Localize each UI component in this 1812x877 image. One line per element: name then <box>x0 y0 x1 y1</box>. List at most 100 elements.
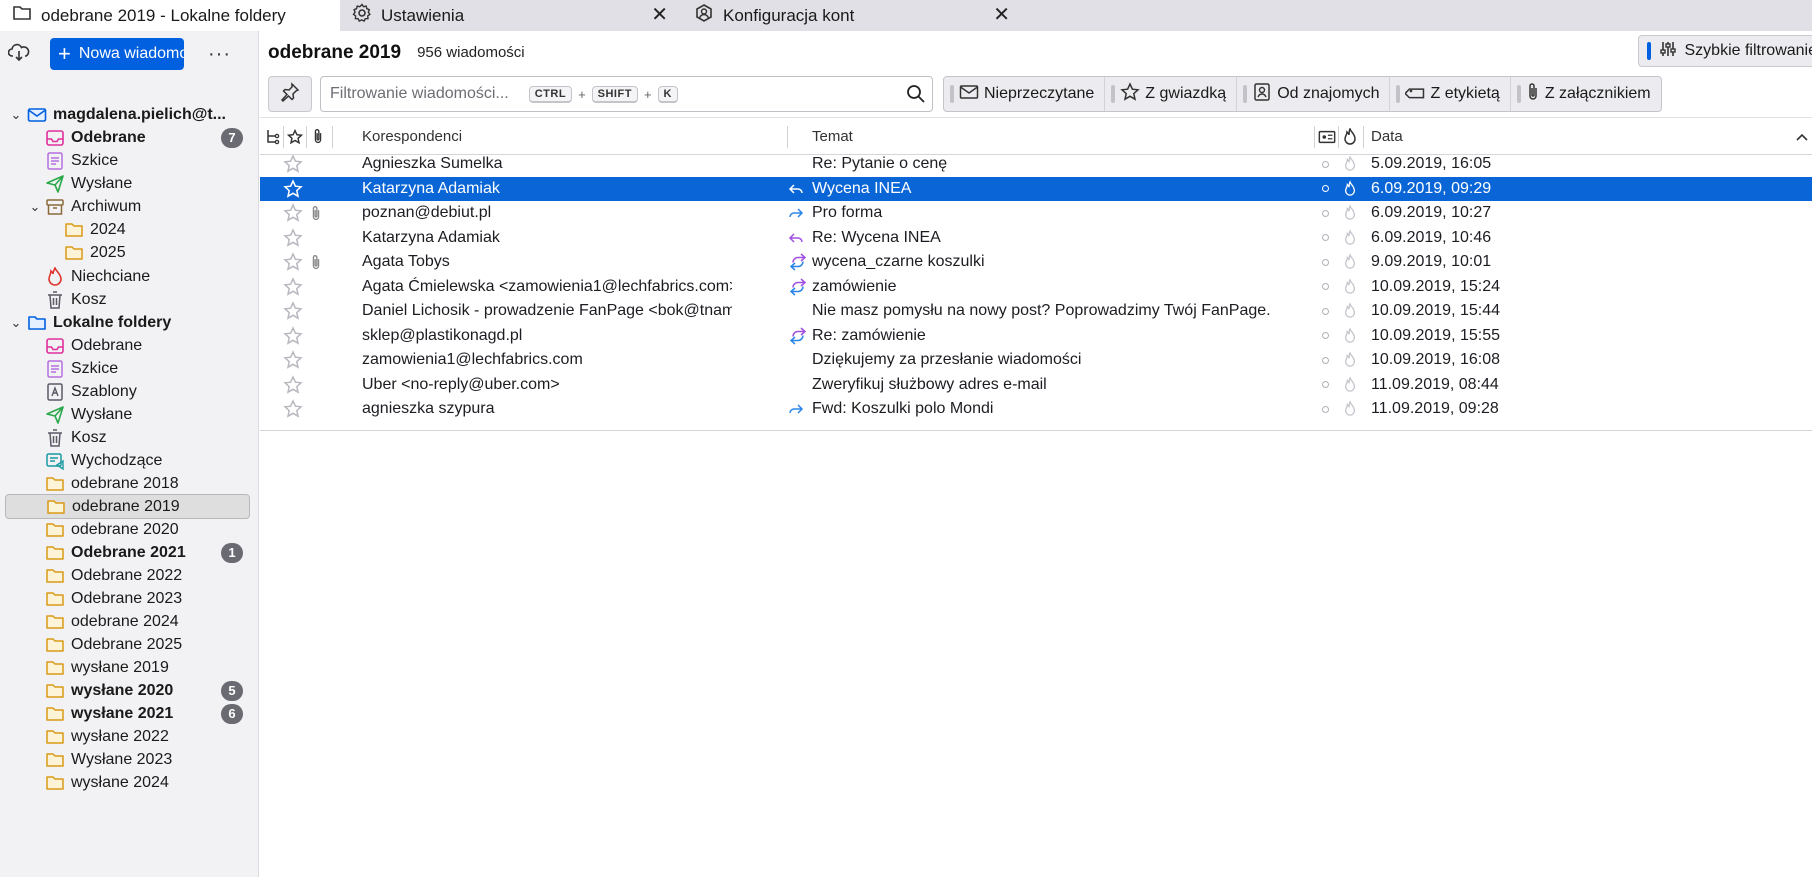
message-row[interactable]: Agnieszka Sumelka Re: Pytanie o cenę 5.09.… <box>260 152 1812 177</box>
close-tab-icon[interactable]: ✕ <box>993 4 1010 26</box>
message-row[interactable]: Katarzyna Adamiak Re: Wycena INEA 6.09.201… <box>260 226 1812 251</box>
star-icon[interactable] <box>283 177 303 201</box>
junk-status-icon[interactable] <box>1343 226 1357 250</box>
filter-starred-button[interactable]: Z gwiazdką <box>1105 77 1238 111</box>
read-status-dot-icon[interactable] <box>1322 275 1329 299</box>
folder-kosz[interactable]: Kosz <box>5 287 250 312</box>
message-row[interactable]: poznan@debiut.pl Pro forma 6.09.2019, 10:2… <box>260 201 1812 226</box>
account-local-folders[interactable]: ⌄ Lokalne foldery <box>5 310 250 335</box>
star-icon[interactable] <box>283 226 303 250</box>
read-status-dot-icon[interactable] <box>1322 226 1329 250</box>
new-message-button[interactable]: + Nowa wiadomo... <box>50 38 184 70</box>
folder-odebrane-2022[interactable]: Odebrane 2022 <box>5 563 250 588</box>
read-status-dot-icon[interactable] <box>1322 201 1329 225</box>
filter-unread-button[interactable]: Nieprzeczytane <box>944 77 1106 111</box>
attachment-column-icon[interactable] <box>312 118 324 155</box>
filter-tagged-button[interactable]: Z etykietą <box>1390 77 1511 111</box>
message-row[interactable]: agnieszka szypura Fwd: Koszulki polo Mond… <box>260 397 1812 422</box>
folder-odebrane-2021[interactable]: Odebrane 2021 1 <box>5 540 250 565</box>
star-icon[interactable] <box>283 397 303 421</box>
folder-wychodzące[interactable]: Wychodzące <box>5 448 250 473</box>
folder-wysłane[interactable]: Wysłane <box>5 402 250 427</box>
message-row[interactable]: Agata Ćmielewska <zamowienia1@lechfabric… <box>260 275 1812 300</box>
read-status-dot-icon[interactable] <box>1322 373 1329 397</box>
folder-2024[interactable]: 2024 <box>5 217 250 242</box>
folder-odebrane-2018[interactable]: odebrane 2018 <box>5 471 250 496</box>
folder-kosz[interactable]: Kosz <box>5 425 250 450</box>
folder-wysłane-2019[interactable]: wysłane 2019 <box>5 655 250 680</box>
folder-szkice[interactable]: Szkice <box>5 148 250 173</box>
read-status-dot-icon[interactable] <box>1322 397 1329 421</box>
junk-status-icon[interactable] <box>1343 373 1357 397</box>
message-row[interactable]: Agata Tobys wycena_czarne koszulki 9.09.20… <box>260 250 1812 275</box>
chevron-down-icon[interactable]: ⌄ <box>8 315 24 331</box>
column-subject[interactable]: Temat <box>812 118 853 155</box>
thread-column-icon[interactable] <box>265 118 281 155</box>
junk-status-icon[interactable] <box>1343 201 1357 225</box>
junk-column-icon[interactable] <box>1342 118 1358 155</box>
folder-2025[interactable]: 2025 <box>5 240 250 265</box>
quick-filter-toggle-button[interactable]: Szybkie filtrowanie <box>1638 35 1812 67</box>
sticky-filter-button[interactable] <box>268 76 312 112</box>
junk-status-icon[interactable] <box>1343 397 1357 421</box>
tab-konfiguracja-kont[interactable]: Konfiguracja kont ✕ <box>682 0 1024 31</box>
chevron-down-icon[interactable]: ⌄ <box>8 107 24 123</box>
read-status-dot-icon[interactable] <box>1322 324 1329 348</box>
message-row[interactable]: Katarzyna Adamiak Wycena INEA 6.09.2019, 0… <box>260 176 1812 201</box>
filter-contacts-button[interactable]: Od znajomych <box>1237 77 1391 111</box>
close-tab-icon[interactable]: ✕ <box>651 4 668 26</box>
column-date[interactable]: Data <box>1371 118 1403 155</box>
get-messages-icon[interactable] <box>7 42 30 67</box>
folder-odebrane-2020[interactable]: odebrane 2020 <box>5 517 250 542</box>
read-status-dot-icon[interactable] <box>1322 299 1329 323</box>
junk-status-icon[interactable] <box>1343 152 1357 176</box>
junk-status-icon[interactable] <box>1343 177 1357 201</box>
read-status-dot-icon[interactable] <box>1322 177 1329 201</box>
column-correspondents[interactable]: Korespondenci <box>362 118 462 155</box>
folder-wysłane-2023[interactable]: Wysłane 2023 <box>5 747 250 772</box>
star-icon[interactable] <box>283 299 303 323</box>
junk-status-icon[interactable] <box>1343 250 1357 274</box>
chevron-down-icon[interactable]: ⌄ <box>27 199 43 215</box>
star-icon[interactable] <box>283 152 303 176</box>
folder-odebrane-2019[interactable]: odebrane 2019 <box>5 494 250 519</box>
read-column-icon[interactable] <box>1318 118 1336 155</box>
folder-odebrane-2023[interactable]: Odebrane 2023 <box>5 586 250 611</box>
folder-wysłane[interactable]: Wysłane <box>5 171 250 196</box>
junk-status-icon[interactable] <box>1343 348 1357 372</box>
folder-archiwum[interactable]: ⌄ Archiwum <box>5 194 250 219</box>
folder-wysłane-2024[interactable]: wysłane 2024 <box>5 770 250 795</box>
star-icon[interactable] <box>283 373 303 397</box>
message-row[interactable]: zamowienia1@lechfabrics.com Dziękujemy za… <box>260 348 1812 373</box>
folder-niechciane[interactable]: Niechciane <box>5 264 250 289</box>
sort-ascending-icon[interactable] <box>1796 118 1808 155</box>
folder-odebrane-2025[interactable]: Odebrane 2025 <box>5 632 250 657</box>
junk-status-icon[interactable] <box>1343 324 1357 348</box>
folder-wysłane-2020[interactable]: wysłane 2020 5 <box>5 678 250 703</box>
star-column-icon[interactable] <box>287 118 303 155</box>
folder-wysłane-2021[interactable]: wysłane 2021 6 <box>5 701 250 726</box>
folder-odebrane-2024[interactable]: odebrane 2024 <box>5 609 250 634</box>
folder-szablony[interactable]: Szablony <box>5 379 250 404</box>
tab-odebrane-2019[interactable]: odebrane 2019 - Lokalne foldery <box>0 0 340 31</box>
folder-wysłane-2022[interactable]: wysłane 2022 <box>5 724 250 749</box>
tab-ustawienia[interactable]: Ustawienia ✕ <box>340 0 682 31</box>
more-options-icon[interactable]: ··· <box>208 43 231 66</box>
folder-odebrane[interactable]: Odebrane <box>5 333 250 358</box>
message-row[interactable]: sklep@plastikonagd.pl Re: zamówienie 10.09… <box>260 324 1812 349</box>
read-status-dot-icon[interactable] <box>1322 152 1329 176</box>
account-magdalena[interactable]: ⌄ magdalena.pielich@t... <box>5 102 250 127</box>
folder-odebrane[interactable]: Odebrane 7 <box>5 125 250 150</box>
filter-search-input[interactable]: Filtrowanie wiadomości... CTRL + SHIFT +… <box>320 76 933 112</box>
filter-attachment-button[interactable]: Z załącznikiem <box>1511 77 1661 111</box>
star-icon[interactable] <box>283 275 303 299</box>
star-icon[interactable] <box>283 348 303 372</box>
junk-status-icon[interactable] <box>1343 275 1357 299</box>
star-icon[interactable] <box>283 250 303 274</box>
star-icon[interactable] <box>283 324 303 348</box>
message-row[interactable]: Daniel Lichosik - prowadzenie FanPage <b… <box>260 299 1812 324</box>
star-icon[interactable] <box>283 201 303 225</box>
read-status-dot-icon[interactable] <box>1322 250 1329 274</box>
read-status-dot-icon[interactable] <box>1322 348 1329 372</box>
message-row[interactable]: Uber <no-reply@uber.com> Zweryfikuj służb… <box>260 373 1812 398</box>
